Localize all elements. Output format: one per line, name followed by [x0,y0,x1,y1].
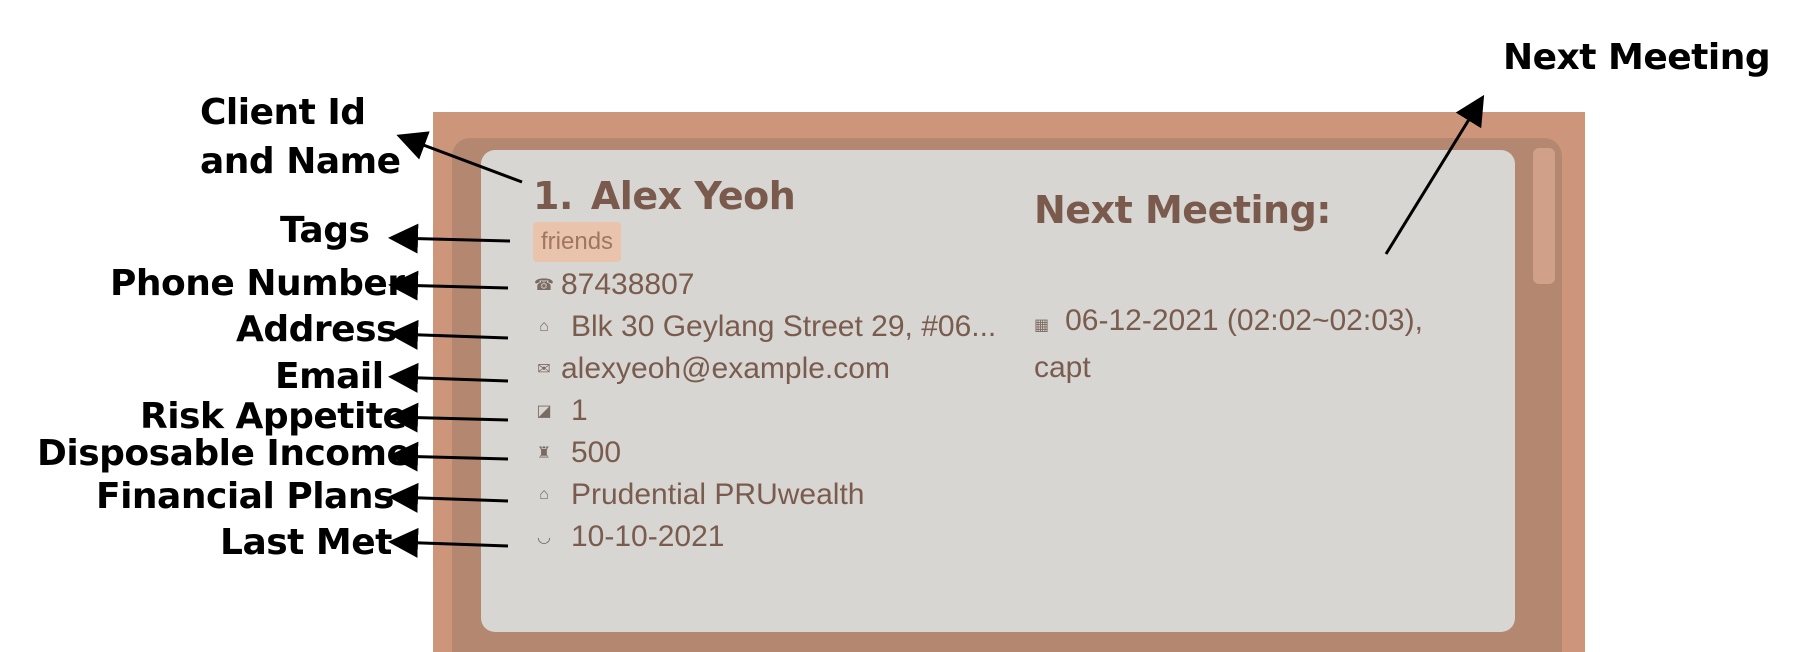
next-meeting-header: Next Meeting: [1034,188,1331,232]
risk-value: 1 [571,394,588,427]
annotation-tags: Tags [280,210,370,251]
money-bag-icon: ♜ [536,445,552,462]
annotation-address: Address [236,309,397,350]
plans-row: ⌂ Prudential PRUwealth [533,478,864,512]
client-title: 1. Alex Yeoh [533,174,796,218]
income-value: 500 [571,436,622,469]
last-met-row: ◡ 10-10-2021 [533,520,724,554]
last-met-value: 10-10-2021 [571,520,725,553]
annotation-client-id-line2: and Name [200,141,401,182]
calendar-icon: ▦ [1034,317,1050,334]
bank-icon: ⌂ [539,486,549,503]
annotation-risk-appetite: Risk Appetite [140,396,407,437]
annotation-email: Email [275,356,384,397]
phone-icon: ☎ [534,277,554,294]
scrollbar[interactable] [1533,148,1555,284]
email-row: ✉ alexyeoh@example.com [533,352,890,386]
next-meeting-value: 06-12-2021 (02:02~02:03), capt [1034,304,1423,384]
client-name: Alex Yeoh [590,174,796,218]
email-value: alexyeoh@example.com [561,352,890,385]
annotation-client-id-line1: Client Id [200,92,366,133]
plans-value: Prudential PRUwealth [571,478,865,511]
annotation-disposable-income: Disposable Income [37,433,411,474]
phone-row: ☎ 87438807 [533,268,694,302]
client-index: 1. [533,174,573,218]
income-row: ♜ 500 [533,436,621,470]
address-value: Blk 30 Geylang Street 29, #06... [571,310,997,343]
house-icon: ⌂ [539,318,549,335]
annotation-next-meeting: Next Meeting [1503,37,1771,78]
annotation-financial-plans: Financial Plans [96,476,394,517]
tag-badge: friends [533,222,622,262]
next-meeting-body: ▦ 06-12-2021 (02:02~02:03), capt [1034,300,1474,389]
chart-icon: ◪ [536,403,552,420]
risk-row: ◪ 1 [533,394,588,428]
handshake-icon: ◡ [537,529,551,546]
phone-value: 87438807 [561,268,695,301]
client-card[interactable]: 1. Alex Yeoh friends ☎ 87438807 ⌂ Blk 30 … [481,150,1515,632]
address-row: ⌂ Blk 30 Geylang Street 29, #06... [533,310,996,344]
envelope-icon: ✉ [537,361,551,378]
annotation-phone-number: Phone Number [110,263,405,304]
annotation-last-met: Last Met [220,522,392,563]
